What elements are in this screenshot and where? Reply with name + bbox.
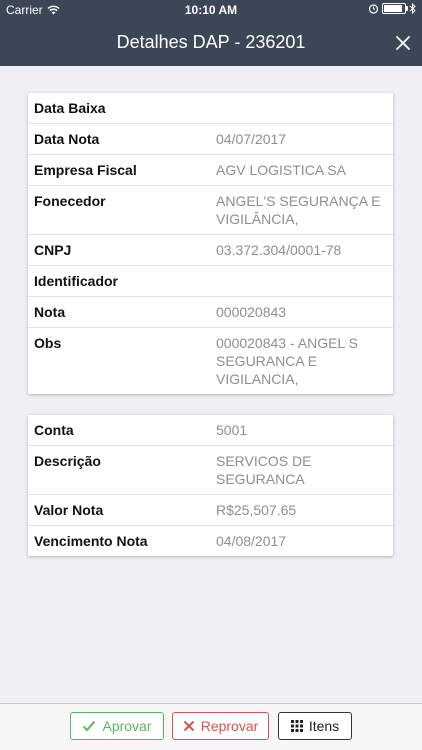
row-value: 5001 [216, 422, 248, 438]
detail-row-cnpj: CNPJ 03.372.304/0001-78 [28, 235, 393, 266]
detail-row-data-baixa: Data Baixa [28, 93, 393, 124]
row-value [216, 99, 387, 117]
row-value: AGV LOGISTICA SA [216, 162, 346, 178]
detail-row-empresa-fiscal: Empresa Fiscal AGV LOGISTICA SA [28, 155, 393, 186]
detail-row-nota: Nota 000020843 [28, 297, 393, 328]
status-bar: Carrier 10:10 AM [0, 0, 422, 20]
row-label: Identificador [34, 273, 119, 289]
row-value: 04/07/2017 [216, 131, 287, 147]
row-label: Data Baixa [34, 100, 106, 116]
dap-details-card: Data Baixa Data Nota 04/07/2017 Empresa … [28, 93, 393, 394]
status-time: 10:10 AM [184, 3, 238, 17]
status-right-icons [368, 3, 416, 14]
grid-icon [290, 720, 303, 732]
battery-icon [382, 3, 408, 14]
row-label: Obs [34, 335, 62, 351]
close-icon[interactable] [392, 32, 414, 54]
row-value: SERVICOS DE SEGURANCA [216, 453, 312, 487]
row-label: CNPJ [34, 242, 72, 258]
row-label: Descrição [34, 453, 101, 469]
check-icon [83, 720, 96, 732]
detail-row-conta: Conta 5001 [28, 415, 393, 446]
alarm-icon [368, 4, 379, 14]
row-value: 04/08/2017 [216, 533, 287, 549]
bottom-toolbar: Aprovar Reprovar Itens [0, 703, 422, 750]
row-value: 000020843 [216, 304, 287, 320]
detail-row-valor-nota: Valor Nota R$25,507.65 [28, 495, 393, 526]
page-title: Detalhes DAP - 236201 [116, 32, 306, 52]
row-label: Vencimento Nota [34, 533, 148, 549]
details-content: Data Baixa Data Nota 04/07/2017 Empresa … [0, 66, 422, 704]
detail-row-identificador: Identificador [28, 266, 393, 297]
approve-button[interactable]: Aprovar [70, 712, 164, 740]
row-value [216, 272, 387, 290]
detail-row-fornecedor: Fonecedor ANGEL'S SEGURANÇA E VIGILÂNCIA… [28, 186, 393, 235]
row-value: ANGEL'S SEGURANÇA E VIGILÂNCIA, [216, 193, 381, 227]
items-label: Itens [308, 718, 340, 734]
approve-label: Aprovar [102, 718, 152, 734]
navigation-bar: Detalhes DAP - 236201 [0, 20, 422, 66]
row-label: Data Nota [34, 131, 100, 147]
items-button[interactable]: Itens [278, 712, 352, 740]
reject-label: Reprovar [200, 718, 259, 734]
row-label: Valor Nota [34, 502, 104, 518]
row-value: 03.372.304/0001-78 [216, 242, 342, 258]
row-value: R$25,507.65 [216, 502, 297, 518]
row-value: 000020843 - ANGEL S SEGURANCA E VIGILANC… [216, 335, 358, 387]
reject-button[interactable]: Reprovar [172, 712, 269, 740]
detail-row-vencimento-nota: Vencimento Nota 04/08/2017 [28, 526, 393, 556]
bluetooth-icon [409, 3, 416, 14]
row-label: Nota [34, 304, 66, 320]
row-label: Fonecedor [34, 193, 106, 209]
detail-row-obs: Obs 000020843 - ANGEL S SEGURANCA E VIGI… [28, 328, 393, 394]
x-icon [183, 720, 194, 732]
row-label: Empresa Fiscal [34, 162, 137, 178]
account-details-card: Conta 5001 Descrição SERVICOS DE SEGURAN… [28, 415, 393, 556]
detail-row-descricao: Descrição SERVICOS DE SEGURANCA [28, 446, 393, 495]
row-label: Conta [34, 422, 74, 438]
detail-row-data-nota: Data Nota 04/07/2017 [28, 124, 393, 155]
